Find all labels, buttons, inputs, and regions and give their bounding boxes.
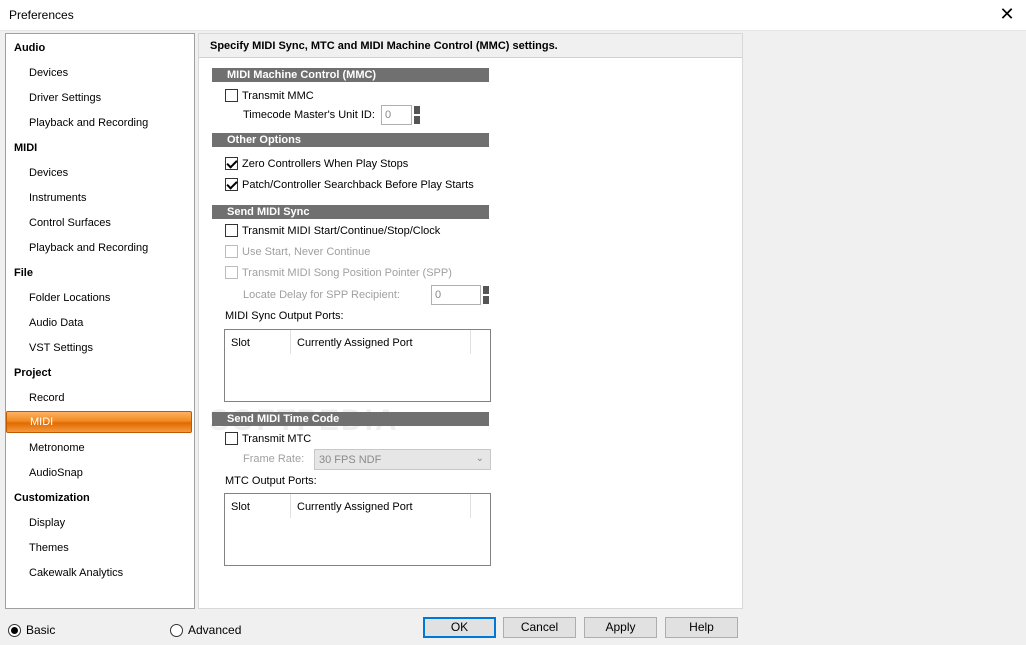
apply-button[interactable]: Apply [584,617,657,638]
mtc-ports-col-slot[interactable]: Slot [225,494,291,518]
use-start-box [225,245,238,258]
tree-item-audio-data[interactable]: Audio Data [29,317,83,329]
zero-controllers-checkbox[interactable]: Zero Controllers When Play Stops [225,157,408,170]
transmit-clock-checkbox[interactable]: Transmit MIDI Start/Continue/Stop/Clock [225,224,440,237]
unit-id-field[interactable]: 0 [381,105,412,125]
help-button[interactable]: Help [665,617,738,638]
mtc-ports-col-port[interactable]: Currently Assigned Port [291,494,471,518]
locate-delay-field: 0 [431,285,481,305]
frame-rate-value: 30 FPS NDF [319,454,382,466]
tree-category-project[interactable]: Project [14,367,51,379]
tree-item-audio-devices[interactable]: Devices [29,67,68,79]
dialog-footer: Basic Advanced OK Cancel Apply Help [0,612,1026,645]
advanced-radio[interactable]: Advanced [170,623,241,637]
transmit-clock-label: Transmit MIDI Start/Continue/Stop/Clock [242,224,441,237]
settings-panel: Specify MIDI Sync, MTC and MIDI Machine … [198,33,743,609]
transmit-spp-box [225,266,238,279]
transmit-spp-label: Transmit MIDI Song Position Pointer (SPP… [242,266,452,279]
locate-delay-spinner: 0 [431,285,490,305]
mtc-ports-label: MTC Output Ports: [225,475,317,487]
tree-item-audiosnap[interactable]: AudioSnap [29,467,83,479]
ok-button[interactable]: OK [423,617,496,638]
tree-item-instruments[interactable]: Instruments [29,192,86,204]
panel-description: Specify MIDI Sync, MTC and MIDI Machine … [210,40,558,52]
transmit-mtc-box[interactable] [225,432,238,445]
basic-radio-dot[interactable] [8,623,21,637]
transmit-mtc-checkbox[interactable]: Transmit MTC [225,432,311,445]
other-options-header: Other Options [212,133,489,147]
send-midi-sync-header: Send MIDI Sync [212,205,489,219]
tree-category-customization[interactable]: Customization [14,492,90,504]
frame-rate-label: Frame Rate: [243,453,305,465]
sync-ports-label: MIDI Sync Output Ports: [225,310,344,322]
tree-item-midi-devices[interactable]: Devices [29,167,68,179]
tree-item-metronome[interactable]: Metronome [29,442,85,454]
basic-radio-label: Basic [26,623,56,637]
zero-controllers-label: Zero Controllers When Play Stops [242,157,409,170]
tree-item-midi-playback-recording[interactable]: Playback and Recording [29,242,148,254]
zero-controllers-box[interactable] [225,157,238,170]
use-start-label: Use Start, Never Continue [242,245,371,258]
tree-item-driver-settings[interactable]: Driver Settings [29,92,101,104]
patch-searchback-label: Patch/Controller Searchback Before Play … [242,178,474,191]
unit-id-spinner[interactable]: 0 [381,105,421,125]
category-tree: Audio Devices Driver Settings Playback a… [5,33,195,609]
tree-item-audio-playback-recording[interactable]: Playback and Recording [29,117,148,129]
tree-item-vst-settings[interactable]: VST Settings [29,342,93,354]
transmit-mmc-label: Transmit MMC [242,89,314,102]
cancel-button[interactable]: Cancel [503,617,576,638]
tree-category-file[interactable]: File [14,267,33,279]
tree-item-project-midi[interactable]: MIDI [6,411,192,433]
tree-category-midi[interactable]: MIDI [14,142,37,154]
tree-item-record[interactable]: Record [29,392,64,404]
window-title: Preferences [9,8,74,22]
mmc-section-header: MIDI Machine Control (MMC) [212,68,489,82]
close-icon[interactable]: ✕ [998,5,1016,23]
tree-category-audio[interactable]: Audio [14,42,45,54]
sync-ports-list[interactable]: Slot Currently Assigned Port [224,329,491,402]
chevron-down-icon: ⌄ [475,453,484,464]
panel-header: Specify MIDI Sync, MTC and MIDI Machine … [199,34,742,58]
tree-item-folder-locations[interactable]: Folder Locations [29,292,110,304]
tree-item-cakewalk-analytics[interactable]: Cakewalk Analytics [29,567,123,579]
frame-rate-select: 30 FPS NDF ⌄ [314,449,491,470]
unit-id-label: Timecode Master's Unit ID: [243,109,375,121]
sync-ports-col-port[interactable]: Currently Assigned Port [291,330,471,354]
locate-delay-label: Locate Delay for SPP Recipient: [243,289,400,301]
transmit-clock-box[interactable] [225,224,238,237]
send-mtc-header: Send MIDI Time Code [212,412,489,426]
transmit-mmc-checkbox[interactable]: Transmit MMC [225,89,314,102]
sync-ports-col-slot[interactable]: Slot [225,330,291,354]
transmit-mtc-label: Transmit MTC [242,432,312,445]
patch-searchback-checkbox[interactable]: Patch/Controller Searchback Before Play … [225,178,474,191]
transmit-spp-checkbox: Transmit MIDI Song Position Pointer (SPP… [225,266,452,279]
mtc-ports-list[interactable]: Slot Currently Assigned Port [224,493,491,566]
advanced-radio-label: Advanced [188,623,242,637]
basic-radio[interactable]: Basic [8,623,55,637]
locate-delay-spin-icon [482,285,490,305]
patch-searchback-box[interactable] [225,178,238,191]
tree-item-control-surfaces[interactable]: Control Surfaces [29,217,111,229]
tree-item-display[interactable]: Display [29,517,65,529]
transmit-mmc-box[interactable] [225,89,238,102]
advanced-radio-dot[interactable] [170,623,183,637]
title-bar: Preferences ✕ [0,0,1026,31]
tree-item-themes[interactable]: Themes [29,542,69,554]
use-start-checkbox: Use Start, Never Continue [225,245,370,258]
unit-id-spin-icon[interactable] [413,105,421,125]
